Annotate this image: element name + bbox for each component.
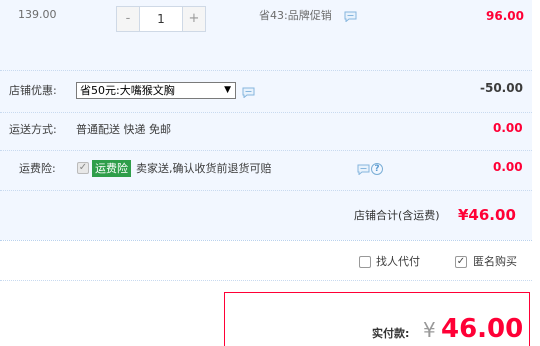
store-discount-select[interactable]: 省50元:大嘴猴文胸 ▼ [76,82,236,99]
anonymous-label[interactable]: 匿名购买 [473,254,517,270]
anonymous-checkbox[interactable]: ✓ [455,256,467,268]
divider [0,70,532,71]
message-icon[interactable] [344,11,357,22]
store-total-label: 店铺合计(含运费) [354,209,440,222]
divider [0,280,532,281]
store-discount-label: 店铺优惠: [9,84,57,97]
payment-label: 实付款: [372,327,410,340]
divider [0,150,532,151]
divider [0,190,532,191]
shipping-amount: 0.00 [493,121,523,135]
divider [0,112,532,113]
dropdown-arrow-icon: ▼ [224,85,231,95]
store-discount-value: 省50元:大嘴猴文胸 [80,84,175,97]
insurance-checkbox: ✓ [77,162,89,174]
payment-amount: 46.00 [441,314,524,344]
insurance-badge: 运费险 [92,160,131,177]
decrease-button[interactable]: - [116,6,140,32]
shipping-label: 运送方式: [9,123,57,136]
payment-currency: ¥ [423,318,436,342]
store-total-amount: ¥46.00 [458,206,516,224]
divider [0,240,532,241]
item-subtotal: 96.00 [486,9,524,23]
order-panel [0,0,532,240]
unit-price: 139.00 [18,8,57,21]
promo-text: 省43:品牌促销 [259,9,332,22]
insurance-amount: 0.00 [493,160,523,174]
store-discount-amount: -50.00 [480,81,523,95]
quantity-stepper[interactable]: - 1 + [116,6,206,32]
pay-for-me-checkbox[interactable] [359,256,371,268]
pay-for-me-label[interactable]: 找人代付 [376,254,420,270]
increase-button[interactable]: + [182,6,206,32]
shipping-method: 普通配送 快递 免邮 [76,123,171,136]
insurance-text: 卖家送,确认收货前退货可赔 [136,162,272,175]
help-icon[interactable]: ? [371,163,383,175]
message-icon[interactable] [357,164,370,175]
quantity-input[interactable]: 1 [140,6,182,32]
insurance-label: 运费险: [19,162,56,175]
message-icon[interactable] [242,87,255,98]
